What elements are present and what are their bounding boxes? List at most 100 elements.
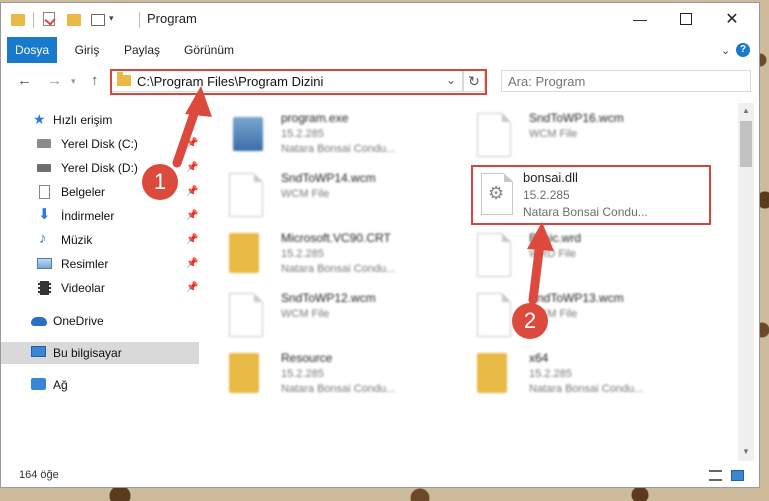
document-file-icon bbox=[229, 173, 263, 217]
sidebar-item-quick-access[interactable]: ★ Hızlı erişim bbox=[1, 109, 199, 131]
sidebar-item-label: Müzik bbox=[61, 233, 93, 247]
callout-1: 1 bbox=[142, 164, 178, 200]
scrollbar-thumb[interactable] bbox=[740, 121, 752, 167]
file-name: Basic.wrd bbox=[529, 231, 582, 245]
separator bbox=[139, 12, 140, 28]
file-company: Natara Bonsai Condu... bbox=[281, 143, 396, 155]
tab-home[interactable]: Giriş bbox=[67, 37, 107, 63]
sidebar-item-label: Yerel Disk (D:) bbox=[61, 161, 138, 175]
folder-icon bbox=[11, 14, 25, 26]
music-note-icon: ♪ bbox=[39, 230, 47, 247]
film-icon bbox=[38, 281, 51, 295]
scroll-down-icon[interactable]: ▼ bbox=[742, 447, 750, 456]
picture-icon bbox=[37, 258, 52, 269]
forward-arrow-icon[interactable]: → bbox=[47, 72, 62, 89]
vertical-scrollbar[interactable]: ▲ ▼ bbox=[738, 103, 754, 461]
sidebar-item-pictures[interactable]: Resimler 📌 bbox=[1, 253, 199, 275]
up-arrow-icon[interactable]: ↑ bbox=[91, 72, 99, 89]
large-icons-view-icon[interactable] bbox=[731, 470, 744, 481]
sidebar-item-this-pc[interactable]: Bu bilgisayar bbox=[1, 342, 199, 364]
document-file-icon bbox=[477, 293, 511, 337]
file-item-sndtowp14[interactable]: SndToWP14.wcm WCM File bbox=[209, 167, 449, 223]
file-item-sndtowp13[interactable]: SndToWP13.wcm WCM File bbox=[457, 287, 697, 343]
maximize-button[interactable] bbox=[663, 3, 709, 35]
item-count: 164 öğe bbox=[19, 469, 59, 481]
recent-locations-icon[interactable]: ▾ bbox=[71, 76, 76, 87]
pin-icon[interactable]: 📌 bbox=[186, 253, 198, 275]
window-title: Program bbox=[147, 11, 197, 26]
file-name: SndToWP12.wcm bbox=[281, 291, 376, 305]
sidebar-item-label: Yerel Disk (C:) bbox=[61, 137, 138, 151]
expand-ribbon-icon[interactable]: ⌄ bbox=[721, 44, 730, 57]
tab-view[interactable]: Görünüm bbox=[179, 37, 239, 63]
file-version: 15.2.285 bbox=[281, 128, 324, 140]
document-icon bbox=[39, 185, 50, 199]
folder-icon bbox=[229, 353, 259, 393]
title-bar: ▾ Program — ✕ bbox=[1, 3, 759, 35]
file-version: 15.2.285 bbox=[281, 248, 324, 260]
document-file-icon bbox=[477, 233, 511, 277]
status-bar: 164 öğe bbox=[1, 463, 759, 487]
pin-icon[interactable]: 📌 bbox=[186, 181, 198, 203]
tab-share[interactable]: Paylaş bbox=[117, 37, 167, 63]
file-name: x64 bbox=[529, 351, 549, 365]
file-version: 15.2.285 bbox=[281, 368, 324, 380]
file-type: WCM File bbox=[281, 188, 330, 200]
sidebar-item-label: İndirmeler bbox=[61, 209, 115, 223]
address-highlight-box bbox=[110, 69, 487, 95]
minimize-button[interactable]: — bbox=[617, 3, 663, 35]
file-item-basic-wrd[interactable]: Basic.wrd WRD File bbox=[457, 227, 697, 283]
sidebar-item-label: Belgeler bbox=[61, 185, 106, 199]
maximize-icon bbox=[680, 13, 692, 25]
quick-access-dropdown-icon[interactable]: ▾ bbox=[109, 13, 114, 29]
sidebar-item-videos[interactable]: Videolar 📌 bbox=[1, 277, 199, 299]
callout-2: 2 bbox=[512, 303, 548, 339]
sidebar-item-local-disk-c[interactable]: Yerel Disk (C:) 📌 bbox=[1, 133, 199, 155]
search-input[interactable] bbox=[501, 70, 751, 92]
properties-icon[interactable] bbox=[43, 12, 56, 26]
file-name: SndToWP13.wcm bbox=[529, 291, 624, 305]
folder-icon bbox=[229, 233, 259, 273]
document-file-icon bbox=[477, 113, 511, 157]
file-item-resource[interactable]: Resource 15.2.285 Natara Bonsai Condu... bbox=[209, 347, 449, 403]
sidebar-item-music[interactable]: ♪ Müzik 📌 bbox=[1, 229, 199, 251]
file-type: WRD File bbox=[529, 248, 577, 260]
file-item-sndtowp12[interactable]: SndToWP12.wcm WCM File bbox=[209, 287, 449, 343]
new-folder-icon[interactable] bbox=[67, 14, 81, 26]
pin-icon[interactable]: 📌 bbox=[186, 205, 198, 227]
explorer-window: ▾ Program — ✕ Dosya Giriş Paylaş Görünüm… bbox=[0, 2, 760, 488]
sidebar-item-label: Bu bilgisayar bbox=[53, 346, 122, 360]
pin-icon[interactable]: 📌 bbox=[186, 157, 198, 179]
close-button[interactable]: ✕ bbox=[709, 3, 755, 35]
view-options-icon[interactable] bbox=[91, 14, 105, 26]
sidebar-item-network[interactable]: Ağ bbox=[1, 374, 199, 396]
file-list: program.exe 15.2.285 Natara Bonsai Condu… bbox=[201, 103, 737, 461]
file-name: SndToWP16.wcm bbox=[529, 111, 624, 125]
file-type: WCM File bbox=[281, 308, 330, 320]
sidebar-item-downloads[interactable]: ⬇ İndirmeler 📌 bbox=[1, 205, 199, 227]
file-item-sndtowp16[interactable]: SndToWP16.wcm WCM File bbox=[457, 107, 697, 163]
drive-icon bbox=[37, 164, 51, 172]
details-view-icon[interactable] bbox=[709, 470, 722, 481]
cloud-icon bbox=[31, 317, 47, 326]
network-icon bbox=[31, 378, 46, 390]
file-company: Natara Bonsai Condu... bbox=[281, 263, 396, 275]
help-icon[interactable]: ? bbox=[736, 43, 750, 57]
star-icon: ★ bbox=[33, 111, 46, 127]
pin-icon[interactable]: 📌 bbox=[186, 133, 198, 155]
pin-icon[interactable]: 📌 bbox=[186, 277, 198, 299]
back-arrow-icon[interactable]: ← bbox=[17, 72, 32, 89]
sidebar-item-label: Hızlı erişim bbox=[53, 113, 113, 127]
file-item-x64[interactable]: x64 15.2.285 Natara Bonsai Condu... bbox=[457, 347, 697, 403]
file-name: program.exe bbox=[281, 111, 349, 125]
sidebar-item-onedrive[interactable]: OneDrive bbox=[1, 310, 199, 332]
file-item-program-exe[interactable]: program.exe 15.2.285 Natara Bonsai Condu… bbox=[209, 107, 449, 163]
scroll-up-icon[interactable]: ▲ bbox=[742, 106, 750, 115]
download-arrow-icon: ⬇ bbox=[38, 206, 51, 223]
drive-icon bbox=[37, 139, 51, 148]
file-name: SndToWP14.wcm bbox=[281, 171, 376, 185]
file-company: Natara Bonsai Condu... bbox=[281, 383, 396, 395]
file-name: Resource bbox=[281, 351, 333, 365]
file-item-microsoft-vc90[interactable]: Microsoft.VC90.CRT 15.2.285 Natara Bonsa… bbox=[209, 227, 449, 283]
pin-icon[interactable]: 📌 bbox=[186, 229, 198, 251]
